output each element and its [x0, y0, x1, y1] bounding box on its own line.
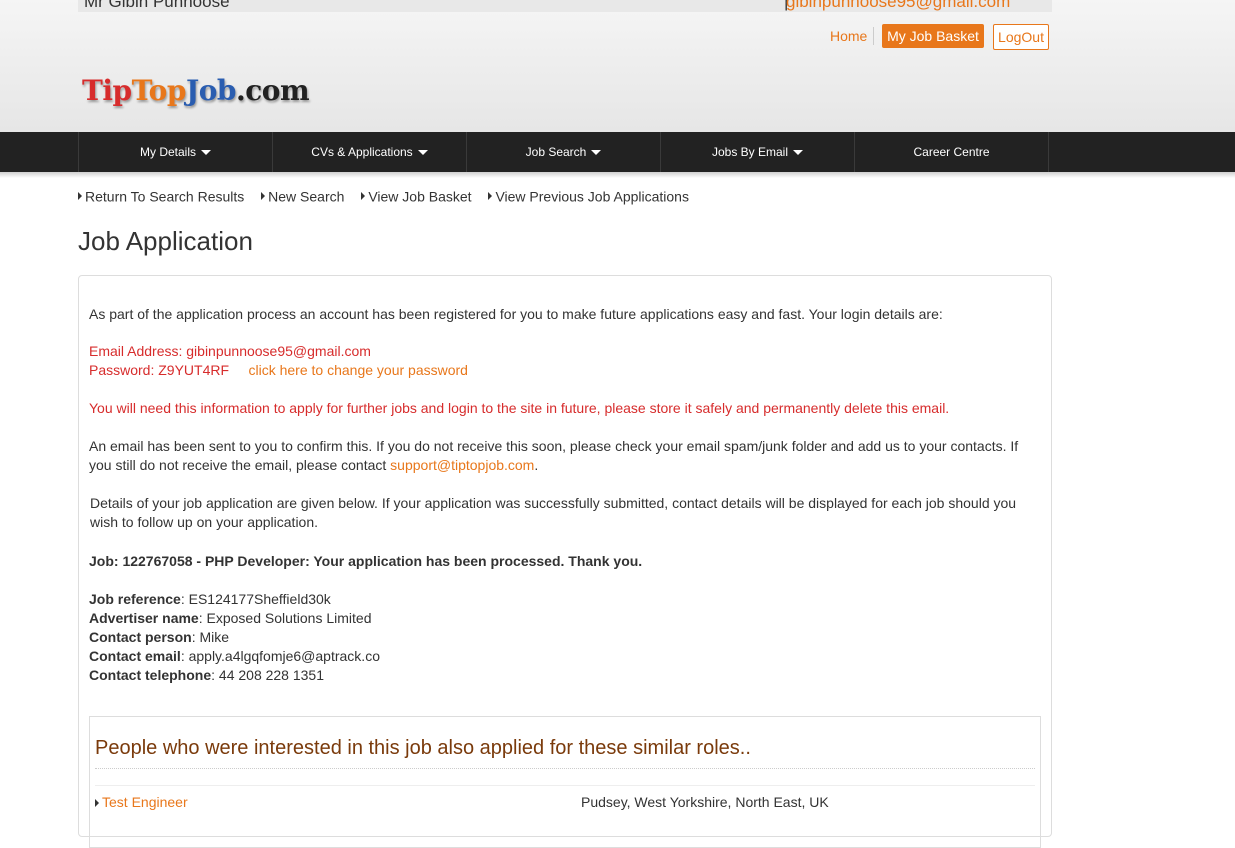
job-field-row: Advertiser name: Exposed Solutions Limit…	[89, 609, 1029, 628]
confirm-text: An email has been sent to you to confirm…	[89, 438, 1019, 473]
logo-part-com: .com	[235, 74, 310, 107]
field-label: Contact person	[89, 629, 192, 645]
similar-roles-title: People who were interested in this job a…	[95, 737, 751, 759]
field-label: Contact telephone	[89, 667, 212, 683]
change-password-link[interactable]: click here to change your password	[249, 362, 468, 378]
crumb-new-search[interactable]: New Search	[261, 187, 344, 204]
warning-text: You will need this information to apply …	[89, 400, 950, 416]
field-value: : ES124177Sheffield30k	[180, 591, 331, 607]
similar-job-location: Pudsey, West Yorkshire, North East, UK	[581, 794, 829, 810]
caret-down-icon	[201, 150, 211, 156]
triangle-right-icon	[95, 799, 99, 808]
support-email-link[interactable]: support@tiptopjob.com	[390, 457, 534, 473]
field-value: : Mike	[191, 629, 230, 645]
nav-job-search[interactable]: Job Search	[466, 132, 660, 172]
password-label: Password:	[89, 362, 155, 378]
caret-down-icon	[417, 150, 428, 156]
breadcrumb: Return To Search Results New Search View…	[78, 187, 702, 204]
main-nav: My Details CVs & Applications Job Search…	[0, 132, 1235, 172]
caret-down-icon	[591, 150, 602, 156]
application-panel: As part of the application process an ac…	[78, 275, 1052, 848]
logo-part-job: Job	[185, 74, 237, 107]
caret-down-icon	[793, 150, 804, 156]
logo-part-tip: Tip	[82, 74, 132, 107]
job-basket-button[interactable]: My Job Basket	[882, 24, 984, 48]
nav-shadow	[0, 172, 1235, 178]
similar-job-link[interactable]: Test Engineer	[95, 794, 188, 810]
email-value: gibinpunnoose95@gmail.com	[186, 343, 371, 359]
field-value: : apply.a4lgqfomje6@aptrack.co	[180, 648, 380, 664]
field-label: Job reference	[89, 591, 181, 607]
intro-text: As part of the application process an ac…	[89, 306, 943, 322]
nav-career-label: Career Centre	[913, 145, 990, 159]
user-bar: Mr Gibin Punnoose | gibinpunnoose95@gmai…	[78, 0, 1052, 12]
nav-my-details[interactable]: My Details	[78, 132, 272, 172]
email-line: Email Address: gibinpunnoose95@gmail.com	[89, 342, 1029, 361]
field-value: : Exposed Solutions Limited	[198, 610, 372, 626]
similar-roles-divider	[95, 768, 1035, 769]
user-name: Mr Gibin Punnoose	[84, 0, 230, 11]
email-label: Email Address:	[89, 343, 183, 359]
top-links: Home My Job Basket LogOut	[0, 24, 1235, 50]
nav-jobs-email-label: Jobs By Email	[711, 145, 789, 159]
job-field-row: Job reference: ES124177Sheffield30k	[89, 590, 1029, 609]
job-field-row: Contact email: apply.a4lgqfomje6@aptrack…	[89, 647, 1029, 666]
page-title: Job Application	[78, 226, 253, 256]
similar-roles-box: People who were interested in this job a…	[89, 716, 1041, 848]
field-value: : 44 208 228 1351	[211, 667, 325, 683]
user-email[interactable]: gibinpunnoose95@gmail.com	[786, 0, 1010, 12]
nav-job-search-label: Job Search	[525, 145, 587, 159]
job-field-row: Contact person: Mike	[89, 628, 1029, 647]
nav-cvs-applications[interactable]: CVs & Applications	[272, 132, 466, 172]
triangle-right-icon	[361, 192, 366, 201]
crumb-view-job-basket[interactable]: View Job Basket	[361, 187, 472, 204]
crumb-return-to-search[interactable]: Return To Search Results	[78, 187, 244, 204]
nav-jobs-by-email[interactable]: Jobs By Email	[660, 132, 854, 172]
triangle-right-icon	[261, 192, 266, 201]
field-label: Contact email	[89, 648, 181, 664]
nav-cvs-label: CVs & Applications	[311, 145, 413, 159]
password-value: Z9YUT4RF	[158, 362, 230, 378]
logo-part-top: Top	[131, 74, 187, 107]
site-logo[interactable]: TipTopJob.com	[82, 74, 310, 107]
password-line: Password: Z9YUT4RF click here to change …	[89, 361, 1029, 380]
details-text: Details of your job application are give…	[90, 495, 1017, 530]
confirm-body: An email has been sent to you to confirm…	[89, 438, 1019, 473]
field-label: Advertiser name	[89, 610, 199, 626]
crumb-previous-applications[interactable]: View Previous Job Applications	[488, 187, 689, 204]
job-status-line: Job: 122767058 - PHP Developer: Your app…	[89, 553, 643, 569]
nav-my-details-label: My Details	[139, 145, 196, 159]
list-item: Test Engineer Pudsey, West Yorkshire, No…	[95, 785, 1035, 816]
triangle-right-icon	[78, 192, 82, 201]
header-background	[0, 0, 1235, 132]
logout-button[interactable]: LogOut	[993, 24, 1049, 50]
job-field-row: Contact telephone: 44 208 228 1351	[89, 666, 1029, 685]
triangle-right-icon	[488, 192, 493, 201]
nav-career-centre[interactable]: Career Centre	[854, 132, 1049, 172]
top-links-divider	[873, 27, 874, 45]
home-link[interactable]: Home	[830, 28, 867, 44]
